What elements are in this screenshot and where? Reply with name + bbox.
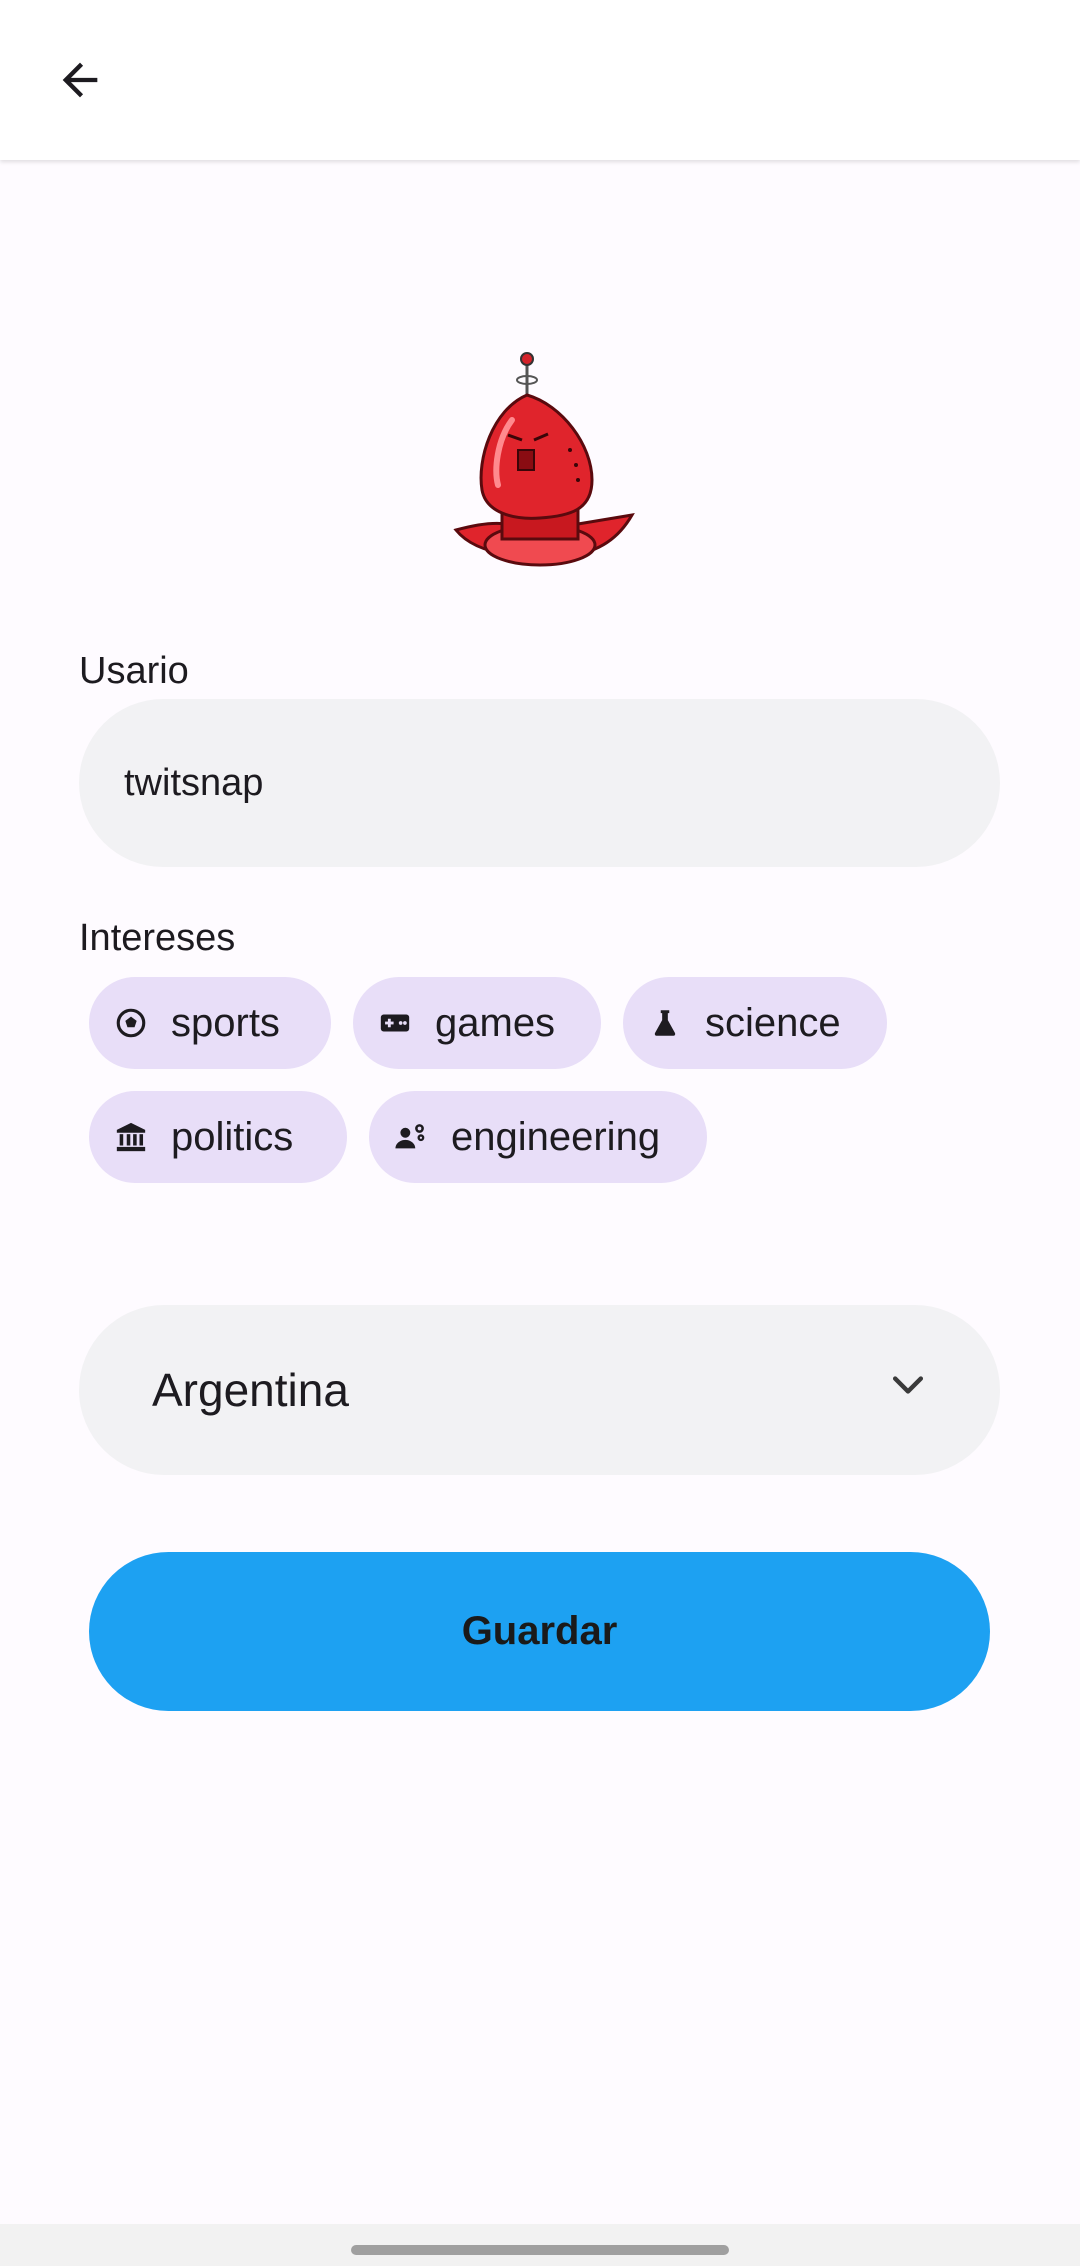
profile-avatar[interactable] [452,350,636,570]
chevron-down-icon [886,1363,930,1418]
system-navigation-bar [0,2224,1080,2266]
country-dropdown[interactable]: Argentina [79,1305,1000,1475]
interest-chip-games[interactable]: games [353,977,601,1069]
gamepad-icon [377,1005,413,1041]
interest-chip-politics[interactable]: politics [89,1091,347,1183]
flask-icon [647,1005,683,1041]
interests-label: Intereses [79,917,236,959]
gesture-handle[interactable] [351,2245,729,2255]
chip-label: science [705,1000,841,1045]
soccer-ball-icon [113,1005,149,1041]
engineering-icon [393,1119,429,1155]
institution-icon [113,1119,149,1155]
edit-profile-screen: Usario twitsnap Intereses sports games s… [0,0,1080,2266]
chip-label: games [435,1000,556,1045]
chip-label: sports [171,1000,280,1045]
back-button[interactable] [40,40,120,120]
interest-chip-sports[interactable]: sports [89,977,331,1069]
username-value: twitsnap [124,761,264,804]
interest-chip-engineering[interactable]: engineering [369,1091,707,1183]
user-label: Usario [79,650,189,692]
chip-label: politics [171,1114,294,1159]
username-field[interactable]: twitsnap [79,699,1000,867]
interest-chip-science[interactable]: science [623,977,887,1069]
country-selected-value: Argentina [152,1364,349,1416]
chip-label: engineering [451,1114,661,1159]
save-button[interactable]: Guardar [89,1552,990,1711]
red-robot-avatar-icon [453,352,635,567]
arrow-back-icon [62,62,98,98]
save-button-label: Guardar [461,1609,618,1653]
top-app-bar [0,0,1080,160]
